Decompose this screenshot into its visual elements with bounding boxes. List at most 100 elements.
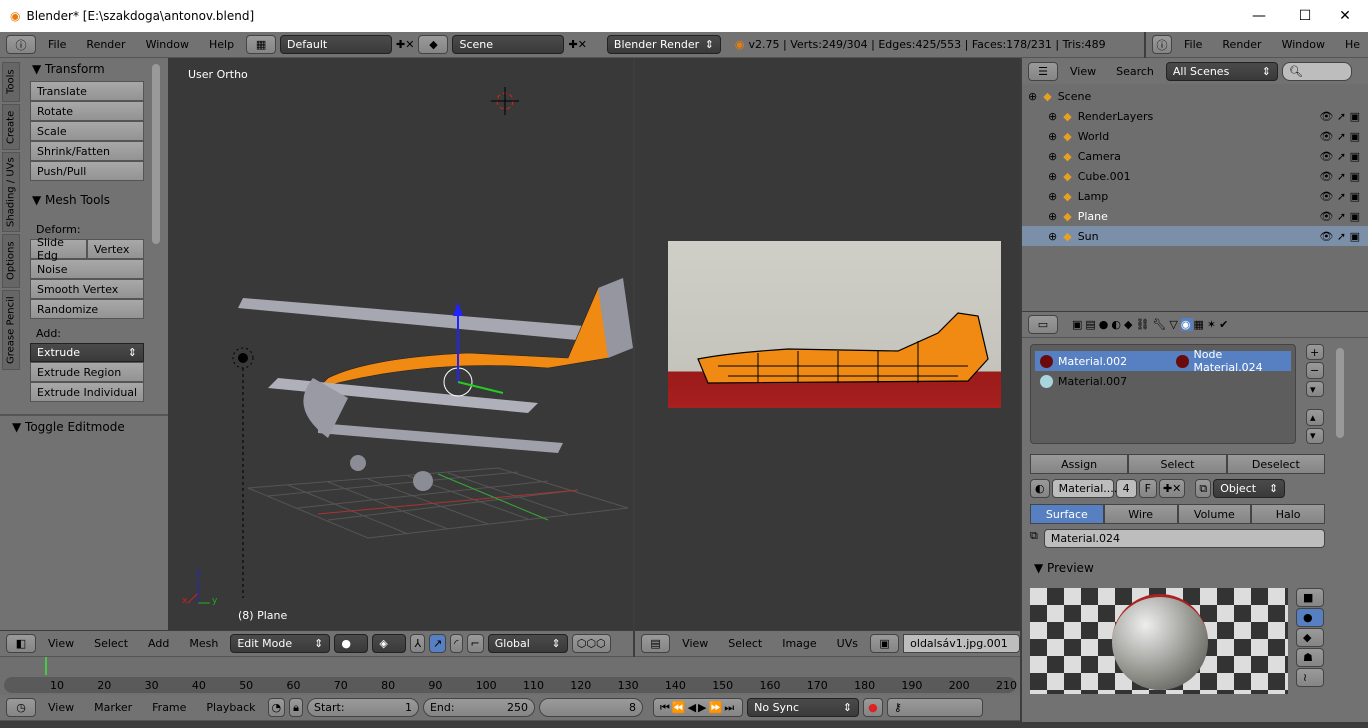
record-icon[interactable]: ●: [863, 698, 883, 717]
material-name-field[interactable]: Material....: [1051, 479, 1117, 498]
shrink-fatten-button[interactable]: Shrink/Fatten: [30, 141, 144, 161]
material-slot[interactable]: Node Material.024: [1171, 348, 1291, 374]
menu-add[interactable]: Add: [140, 637, 177, 650]
menu-image[interactable]: Image: [774, 637, 824, 650]
expand-icon[interactable]: ⊕: [1048, 190, 1057, 203]
tab-wire[interactable]: Wire: [1103, 504, 1178, 524]
expand-icon[interactable]: ⊕: [1028, 90, 1037, 103]
extrude-dropdown[interactable]: Extrude ⇕: [30, 343, 144, 362]
preview-monkey-icon[interactable]: ☗: [1296, 648, 1324, 667]
menu-help[interactable]: He: [1337, 38, 1368, 51]
expand-icon[interactable]: ⊕: [1048, 150, 1057, 163]
outliner-item[interactable]: ⊕ ◆ RenderLayers 👁︎ ➚ ▣: [1022, 106, 1368, 126]
link-select[interactable]: Object ⇕: [1213, 479, 1286, 498]
end-frame-field[interactable]: End: 250: [422, 698, 535, 717]
tab-volume[interactable]: Volume: [1177, 504, 1252, 524]
display-mode-select[interactable]: All Scenes ⇕: [1165, 61, 1278, 81]
tab-surface[interactable]: Surface: [1030, 504, 1104, 524]
material-slots-list[interactable]: Material.002 Node Material.024 Material.00…: [1030, 344, 1296, 444]
users-count[interactable]: 4: [1115, 479, 1137, 498]
preview-cube-icon[interactable]: ◆: [1296, 628, 1324, 647]
info-editor-type-icon[interactable]: ⓘ: [1152, 35, 1172, 54]
menu-help[interactable]: Help: [201, 38, 242, 51]
layout-icon[interactable]: ▦: [246, 35, 277, 54]
add-slot-button[interactable]: +: [1306, 344, 1324, 361]
expand-icon[interactable]: ⊕: [1048, 210, 1057, 223]
layout-select[interactable]: Default: [280, 35, 393, 54]
select-button[interactable]: Select: [1128, 454, 1227, 474]
menu-frame[interactable]: Frame: [144, 701, 194, 714]
scene-select[interactable]: Scene: [452, 35, 565, 54]
push-pull-button[interactable]: Push/Pull: [30, 161, 144, 181]
tab-create[interactable]: Create: [2, 104, 20, 150]
menu-marker[interactable]: Marker: [86, 701, 140, 714]
editor-type-3d-icon[interactable]: ◧: [6, 634, 36, 653]
select-mode-icon[interactable]: ⬡⬡⬡: [571, 634, 611, 653]
tab-halo[interactable]: Halo: [1251, 504, 1325, 524]
menu-select[interactable]: Select: [86, 637, 136, 650]
menu-window[interactable]: Window: [1274, 38, 1333, 51]
material-slot[interactable]: Material.002: [1035, 351, 1171, 371]
move-down-button[interactable]: ▾: [1306, 427, 1324, 445]
scene-icon[interactable]: ◆: [418, 35, 449, 54]
material-browse-icon[interactable]: ◐: [1030, 479, 1050, 498]
mode-select[interactable]: Edit Mode ⇕: [230, 634, 331, 653]
editor-type-properties-icon[interactable]: ▭: [1028, 315, 1058, 334]
outliner-search-input[interactable]: 🔍︎: [1281, 61, 1352, 81]
playback-controls[interactable]: ⏮⏪◀▶⏩⏭: [652, 698, 744, 717]
smooth-vertex-button[interactable]: Smooth Vertex: [30, 279, 144, 299]
visibility-icons[interactable]: 👁︎ ➚ ▣: [1319, 230, 1360, 243]
remove-slot-button[interactable]: −: [1306, 362, 1324, 379]
vertex-slide-button[interactable]: Vertex: [87, 239, 144, 259]
3d-viewport[interactable]: User Ortho z x y (8) Plane: [168, 58, 633, 630]
lock-icon[interactable]: 🔒︎: [289, 698, 303, 717]
scale-button[interactable]: Scale: [30, 121, 144, 141]
visibility-icons[interactable]: 👁︎ ➚ ▣: [1319, 110, 1360, 123]
menu-file[interactable]: File: [1176, 38, 1210, 51]
visibility-icons[interactable]: 👁︎ ➚ ▣: [1319, 170, 1360, 183]
noise-button[interactable]: Noise: [30, 259, 144, 279]
menu-uvs[interactable]: UVs: [829, 637, 866, 650]
move-up-button[interactable]: ▴: [1306, 409, 1324, 426]
shading-select[interactable]: ●: [334, 634, 369, 653]
menu-view[interactable]: View: [40, 637, 82, 650]
visibility-icons[interactable]: 👁︎ ➚ ▣: [1319, 130, 1360, 143]
preview-hair-icon[interactable]: ≀: [1296, 668, 1324, 687]
timeline[interactable]: 10 20 30 40 50 60 70 80 90 100 110 120 130 140 150 160 1…: [0, 657, 1020, 695]
extrude-region-button[interactable]: Extrude Region: [30, 362, 144, 382]
close-button[interactable]: ✕: [1322, 0, 1368, 32]
link-icon[interactable]: ⧉: [1195, 479, 1212, 498]
menu-mesh[interactable]: Mesh: [181, 637, 226, 650]
tab-tools[interactable]: Tools: [2, 62, 20, 102]
expand-icon[interactable]: ⊕: [1048, 130, 1057, 143]
orientation-select[interactable]: Global ⇕: [487, 634, 568, 653]
expand-icon[interactable]: ⊕: [1048, 110, 1057, 123]
menu-window[interactable]: Window: [138, 38, 197, 51]
fake-user-button[interactable]: F: [1138, 479, 1157, 498]
deselect-button[interactable]: Deselect: [1226, 454, 1325, 474]
visibility-icons[interactable]: 👁︎ ➚ ▣: [1319, 190, 1360, 203]
outliner-item[interactable]: ⊕ ◆ World 👁︎ ➚ ▣: [1022, 126, 1368, 146]
render-engine-select[interactable]: Blender Render ⇕: [606, 35, 721, 54]
visibility-icons[interactable]: 👁︎ ➚ ▣: [1319, 210, 1360, 223]
editor-type-image-icon[interactable]: ▤: [641, 634, 671, 653]
new-material-icon[interactable]: ✚✕: [1158, 479, 1186, 498]
preview-panel-header[interactable]: ▼ Preview: [1026, 557, 1094, 579]
editor-type-timeline-icon[interactable]: ◷: [6, 698, 36, 717]
properties-scrollbar[interactable]: [1336, 348, 1344, 438]
image-browse-icon[interactable]: ▣: [869, 634, 900, 653]
editor-type-outliner-icon[interactable]: ☰: [1028, 61, 1058, 81]
minimize-button[interactable]: —: [1236, 0, 1282, 32]
preview-range-icon[interactable]: ◔: [267, 698, 286, 717]
assign-button[interactable]: Assign: [1030, 454, 1129, 474]
context-tab-icons[interactable]: ▣▤●◐◆⛓🔧︎▽◉▦✶✔: [1072, 318, 1231, 331]
rotate-manipulator-icon[interactable]: ◜: [450, 634, 463, 653]
manipulator-icon[interactable]: ⅄: [410, 634, 426, 653]
outliner-item[interactable]: ⊕ ◆ Camera 👁︎ ➚ ▣: [1022, 146, 1368, 166]
menu-select[interactable]: Select: [720, 637, 770, 650]
sync-select[interactable]: No Sync ⇕: [747, 698, 860, 717]
menu-playback[interactable]: Playback: [198, 701, 263, 714]
randomize-button[interactable]: Randomize: [30, 299, 144, 319]
tab-shading-uvs[interactable]: Shading / UVs: [2, 152, 20, 232]
translate-button[interactable]: Translate: [30, 81, 144, 101]
